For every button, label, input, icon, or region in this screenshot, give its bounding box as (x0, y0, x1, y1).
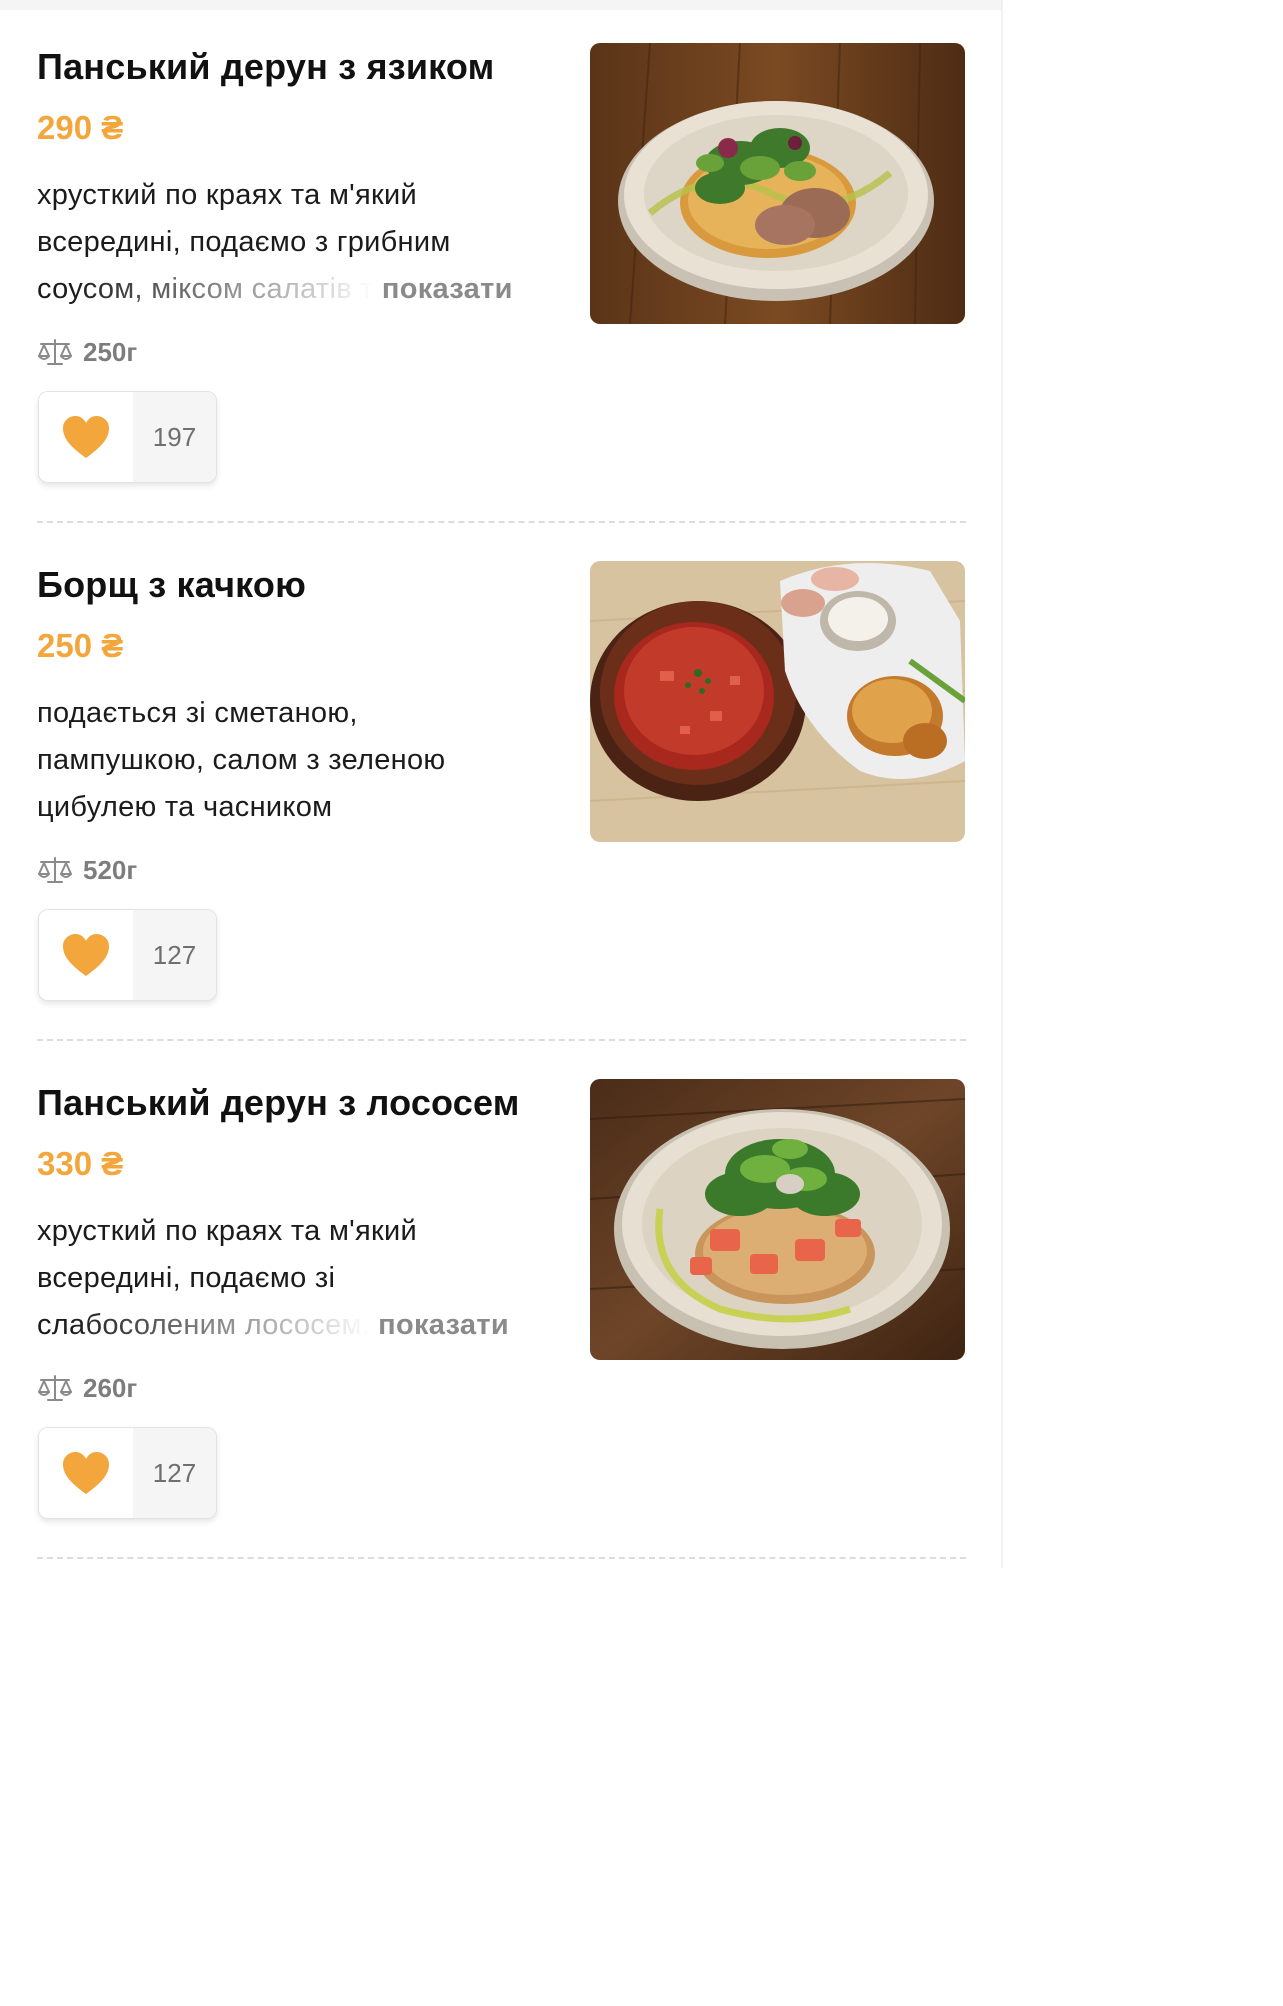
description-line-truncated: соусом, міксом салатів т показати (37, 266, 557, 313)
like-count: 127 (133, 910, 216, 1000)
description-line-truncated: слабосоленим лососем, показати (37, 1302, 557, 1349)
like-widget: 197 (38, 391, 217, 483)
menu-item[interactable]: Панський дерун з язиком 290 ₴ хрусткий п… (0, 0, 1003, 483)
like-button[interactable] (39, 392, 133, 482)
heart-icon (63, 1452, 109, 1494)
item-title: Панський дерун з язиком (37, 46, 495, 87)
like-count: 127 (133, 1428, 216, 1518)
description-faded-text: слабосоленим лососем, (37, 1309, 371, 1341)
description-line: хрусткий по краях та м'який (37, 1215, 418, 1247)
show-more-button[interactable]: показати (378, 1309, 509, 1342)
show-more-button[interactable]: показати (382, 273, 513, 306)
description-line: всередині, подаємо зі (37, 1262, 336, 1294)
like-button[interactable] (39, 1428, 133, 1518)
weight-row: 250г (37, 334, 137, 370)
item-weight: 250г (83, 336, 138, 367)
menu-item[interactable]: Панський дерун з лососем 330 ₴ хрусткий … (0, 1036, 1003, 1519)
item-description: хрусткий по краях та м'який всередині, п… (37, 1208, 557, 1349)
description-line: подається зі сметаною, (37, 697, 358, 729)
item-photo[interactable] (590, 561, 965, 842)
like-count: 197 (133, 392, 216, 482)
item-photo[interactable] (590, 1079, 965, 1360)
item-description: хрусткий по краях та м'який всередині, п… (37, 172, 557, 313)
item-description: подається зі сметаною, пампушкою, салом … (37, 690, 557, 831)
like-button[interactable] (39, 910, 133, 1000)
weight-row: 520г (37, 852, 137, 888)
description-faded-text: соусом, міксом салатів т (37, 273, 374, 305)
item-price: 330 ₴ (37, 1145, 124, 1182)
item-title: Панський дерун з лососем (37, 1082, 520, 1123)
item-title: Борщ з качкою (37, 564, 307, 605)
scale-icon (38, 339, 72, 365)
item-photo[interactable] (590, 43, 965, 324)
scale-icon (38, 857, 72, 883)
weight-row: 260г (37, 1370, 137, 1406)
like-widget: 127 (38, 909, 217, 1001)
item-price: 250 ₴ (37, 627, 124, 664)
heart-icon (63, 934, 109, 976)
item-weight: 520г (83, 854, 138, 885)
borscht-bowl-with-sides-image (590, 561, 965, 842)
description-line: пампушкою, салом з зеленою (37, 744, 446, 776)
item-price: 290 ₴ (37, 109, 124, 146)
heart-icon (63, 416, 109, 458)
divider (37, 1557, 966, 1559)
like-widget: 127 (38, 1427, 217, 1519)
plate-with-draniki-and-tongue-image (590, 43, 965, 324)
plate-with-draniki-and-salmon-image (590, 1079, 965, 1360)
description-line: всередині, подаємо з грибним (37, 226, 451, 258)
item-weight: 260г (83, 1372, 138, 1403)
description-line: хрусткий по краях та м'який (37, 179, 418, 211)
description-line: цибулею та часником (37, 791, 333, 823)
scale-icon (38, 1375, 72, 1401)
menu-item[interactable]: Борщ з качкою 250 ₴ подається зі сметано… (0, 518, 1003, 1001)
